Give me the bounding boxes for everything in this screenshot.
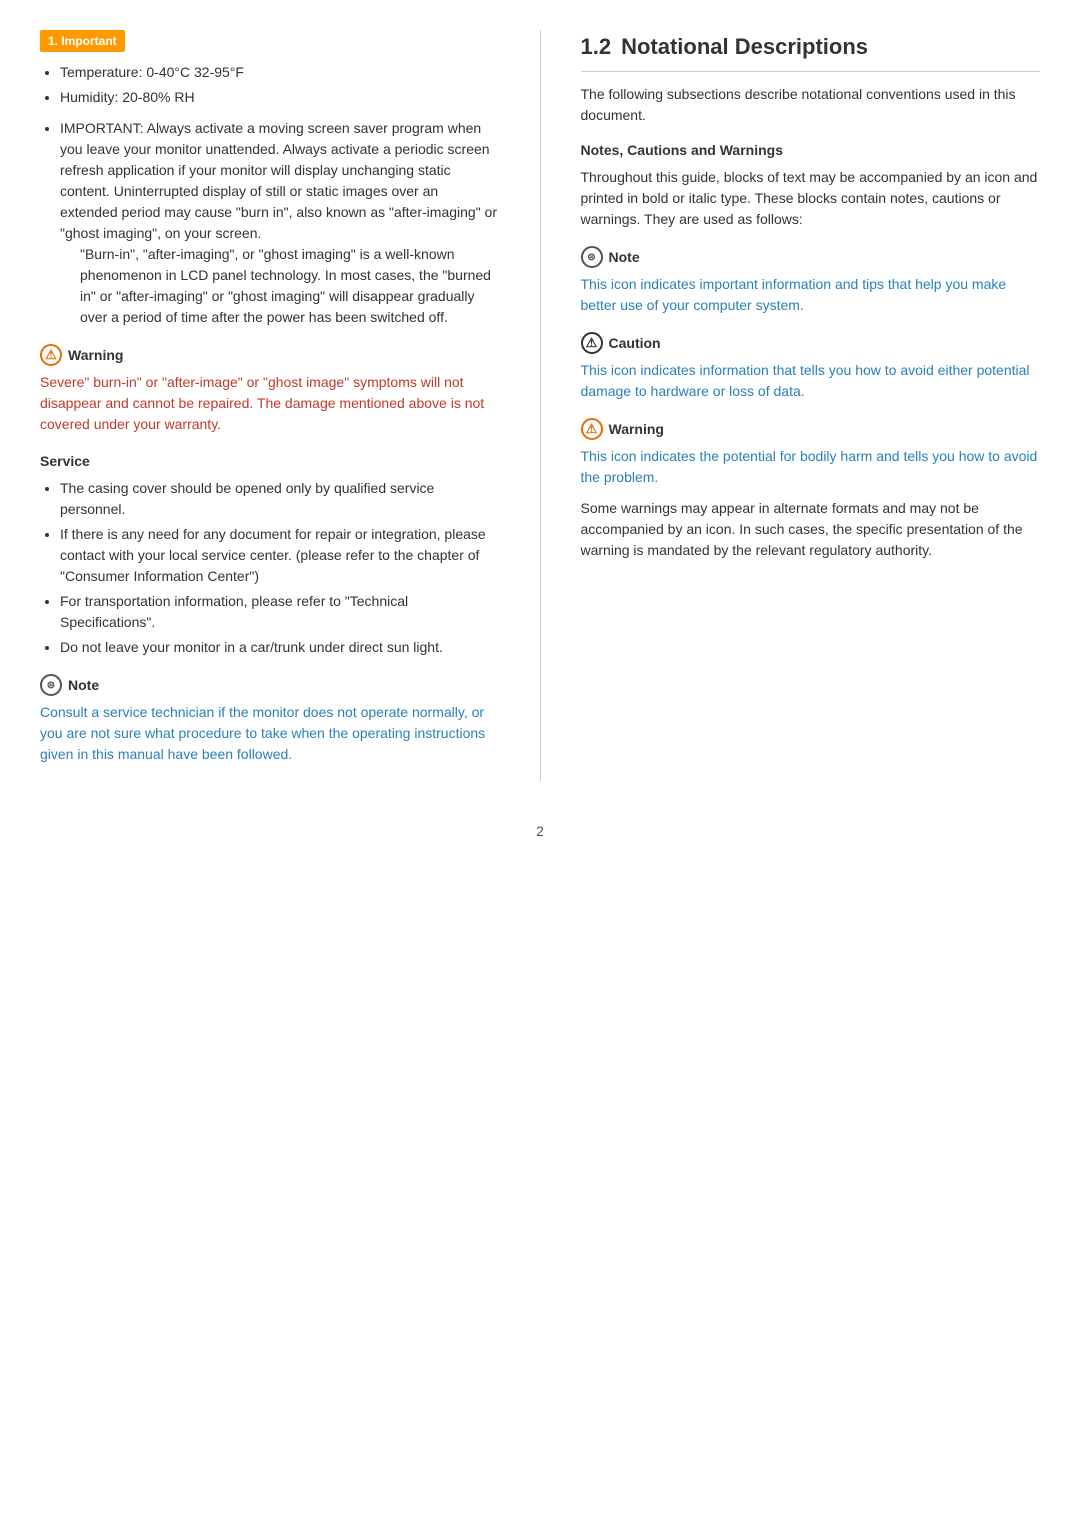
list-item: Do not leave your monitor in a car/trunk…: [60, 637, 500, 658]
warning-text-right-2: Some warnings may appear in alternate fo…: [581, 498, 1041, 561]
warning-text-right-1: This icon indicates the potential for bo…: [581, 446, 1041, 488]
important-tag: 1. Important: [40, 30, 125, 52]
note-block-right: ⊜ Note This icon indicates important inf…: [581, 246, 1041, 316]
left-column: 1. Important Temperature: 0-40°C 32-95°F…: [40, 30, 500, 781]
note-icon-1: ⊜: [40, 674, 62, 696]
note-header-right: ⊜ Note: [581, 246, 1041, 268]
intro-text: The following subsections describe notat…: [581, 84, 1041, 126]
top-bullet-list: Temperature: 0-40°C 32-95°F Humidity: 20…: [40, 62, 500, 108]
section-title-text: Notational Descriptions: [621, 30, 868, 63]
caution-text-right: This icon indicates information that tel…: [581, 360, 1041, 402]
note-header-1: ⊜ Note: [40, 674, 500, 696]
subheading-text: Throughout this guide, blocks of text ma…: [581, 167, 1041, 230]
important-text: IMPORTANT: Always activate a moving scre…: [60, 120, 497, 241]
section-title: 1.2 Notational Descriptions: [581, 30, 1041, 72]
list-item: Temperature: 0-40°C 32-95°F: [60, 62, 500, 83]
warning-icon-right: ⚠: [581, 418, 603, 440]
service-list: The casing cover should be opened only b…: [40, 478, 500, 658]
warning-label-1: Warning: [68, 345, 123, 366]
section-num: 1.2: [581, 30, 612, 63]
warning-block-right: ⚠ Warning This icon indicates the potent…: [581, 418, 1041, 561]
note-text-right: This icon indicates important informatio…: [581, 274, 1041, 316]
note-label-right: Note: [609, 247, 640, 268]
page-container: 1. Important Temperature: 0-40°C 32-95°F…: [40, 30, 1040, 781]
caution-label-right: Caution: [609, 333, 661, 354]
caution-icon-right: ⚠: [581, 332, 603, 354]
caution-block-right: ⚠ Caution This icon indicates informatio…: [581, 332, 1041, 402]
warning-text-1: Severe" burn-in" or "after-image" or "gh…: [40, 372, 500, 435]
notes-cautions-heading: Notes, Cautions and Warnings: [581, 140, 1041, 161]
list-item: The casing cover should be opened only b…: [60, 478, 500, 520]
caution-header-right: ⚠ Caution: [581, 332, 1041, 354]
service-heading: Service: [40, 451, 500, 472]
list-item: For transportation information, please r…: [60, 591, 500, 633]
warning-header-right: ⚠ Warning: [581, 418, 1041, 440]
important-list: IMPORTANT: Always activate a moving scre…: [40, 118, 500, 328]
warning-label-right: Warning: [609, 419, 664, 440]
note-block-1: ⊜ Note Consult a service technician if t…: [40, 674, 500, 765]
burn-in-note: "Burn-in", "after-imaging", or "ghost im…: [80, 244, 500, 328]
list-item: Humidity: 20-80% RH: [60, 87, 500, 108]
warning-icon-1: ⚠: [40, 344, 62, 366]
important-item: IMPORTANT: Always activate a moving scre…: [60, 118, 500, 328]
note-label-1: Note: [68, 675, 99, 696]
note-icon-right: ⊜: [581, 246, 603, 268]
warning-block-1: ⚠ Warning Severe" burn-in" or "after-ima…: [40, 344, 500, 435]
page-number: 2: [40, 821, 1040, 842]
right-column: 1.2 Notational Descriptions The followin…: [540, 30, 1041, 781]
note-text-1: Consult a service technician if the moni…: [40, 702, 500, 765]
warning-header-1: ⚠ Warning: [40, 344, 500, 366]
list-item: If there is any need for any document fo…: [60, 524, 500, 587]
